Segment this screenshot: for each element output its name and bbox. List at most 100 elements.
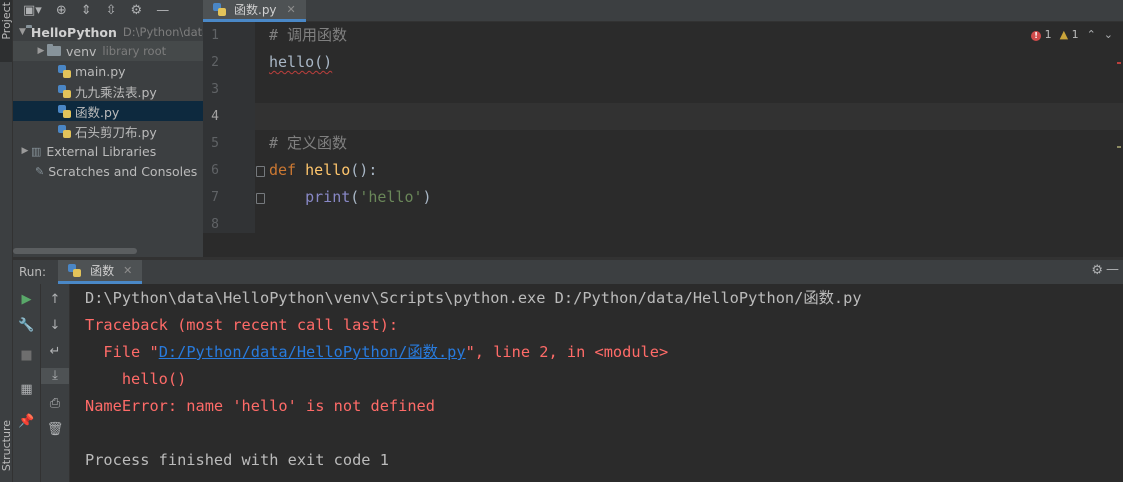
error-count[interactable]: ! 1 xyxy=(1031,28,1052,41)
python-file-icon xyxy=(58,124,71,138)
code-punctuation: (): xyxy=(350,161,378,179)
wrench-icon[interactable]: 🔧 xyxy=(13,318,40,334)
code-line-1: # 调用函数 xyxy=(269,26,348,44)
previous-highlight-icon[interactable]: ⌃ xyxy=(1087,28,1096,41)
tree-item-label: External Libraries xyxy=(46,143,157,159)
tree-item-label: 九九乘法表.py xyxy=(75,84,157,100)
console-traceback-line: Traceback (most recent call last): xyxy=(85,316,399,334)
line-number: 8 xyxy=(211,217,219,232)
arrow-down-icon[interactable]: ↓ xyxy=(41,318,69,334)
python-file-icon xyxy=(68,264,82,277)
line-number: 2 xyxy=(211,55,219,70)
print-icon[interactable]: ⎙ xyxy=(41,396,69,412)
error-stripe-marker[interactable] xyxy=(1117,62,1121,64)
code-line-7: print('hello') xyxy=(269,184,432,211)
console-file-suffix: ", line 2, in <module> xyxy=(465,343,669,361)
warning-icon: ▲ xyxy=(1059,28,1069,41)
pin-icon[interactable]: 📌 xyxy=(13,414,40,430)
tree-item-label: Scratches and Consoles xyxy=(48,163,198,179)
folder-icon xyxy=(47,44,61,56)
editor-tab-functions-py[interactable]: 函数.py ✕ xyxy=(203,0,306,22)
project-view-dropdown-icon[interactable]: ▣▾ xyxy=(23,3,42,18)
tree-item-label: 石头剪刀布.py xyxy=(75,124,157,140)
rerun-icon[interactable]: ▶ xyxy=(13,292,40,308)
close-icon[interactable]: ✕ xyxy=(123,264,132,277)
builtin-print: print xyxy=(305,188,351,206)
tree-root-path: D:\Python\data\HelloPython xyxy=(122,25,203,39)
layout-icon[interactable]: ▦ xyxy=(13,382,40,398)
hide-panel-icon[interactable]: — xyxy=(1106,262,1119,277)
console-command-line: D:\Python\data\HelloPython\venv\Scripts\… xyxy=(85,289,862,307)
run-panel-header: Run: 函数 ✕ ⚙ — xyxy=(13,260,1123,284)
tree-item-scratches[interactable]: ✎ Scratches and Consoles xyxy=(13,161,203,181)
console-file-prefix: File " xyxy=(85,343,159,361)
line-number: 4 xyxy=(211,109,219,124)
locate-file-icon[interactable]: ⊕ xyxy=(56,3,67,18)
scroll-to-end-icon[interactable]: ⤓ xyxy=(41,368,69,384)
code-punctuation: ( xyxy=(350,188,360,206)
warning-stripe-marker[interactable] xyxy=(1117,146,1121,148)
tree-item-label: 函数.py xyxy=(75,104,120,120)
tree-root-hellopython[interactable]: ▼ HelloPython D:\Python\data\HelloPython xyxy=(13,22,203,42)
project-toolbar: ▣▾ ⊕ ⇕ ⇳ ⚙ — xyxy=(13,0,203,20)
run-toolbar-primary: ▶ 🔧 ■ ▦ 📌 xyxy=(13,284,41,482)
chevron-down-icon[interactable]: ▼ xyxy=(19,27,26,37)
chevron-right-icon[interactable]: ▶ xyxy=(19,146,31,156)
console-file-link[interactable]: D:/Python/data/HelloPython/函数.py xyxy=(159,343,466,361)
line-number: 5 xyxy=(211,136,219,151)
tree-item-label: main.py xyxy=(75,63,126,79)
tree-item-rock-paper-scissors-py[interactable]: 石头剪刀布.py xyxy=(13,121,203,141)
unresolved-reference: hello() xyxy=(269,53,333,71)
code-editor[interactable]: 1 2 3 4 5 6 7 8 # 调用函数 hello() # 定义函数 de… xyxy=(203,22,1123,233)
line-number: 7 xyxy=(211,190,219,205)
tree-item-main-py[interactable]: main.py xyxy=(13,61,203,81)
tree-item-multiplication-table-py[interactable]: 九九乘法表.py xyxy=(13,81,203,101)
console-error-line: NameError: name 'hello' is not defined xyxy=(85,397,435,415)
line-number: 6 xyxy=(211,163,219,178)
fold-marker-icon[interactable] xyxy=(256,193,265,204)
project-tool-tab-label: Project xyxy=(0,2,13,40)
gear-icon[interactable]: ⚙ xyxy=(1091,263,1103,278)
run-tab-label: 函数 xyxy=(90,264,115,278)
console-exit-line: Process finished with exit code 1 xyxy=(85,451,389,469)
structure-tool-tab[interactable]: Structure xyxy=(0,420,12,471)
current-line-highlight xyxy=(255,103,1123,130)
tree-item-venv[interactable]: ▶ venv library root xyxy=(13,41,203,61)
python-file-icon xyxy=(58,64,71,78)
hide-panel-icon[interactable]: — xyxy=(156,3,169,18)
tree-item-external-libraries[interactable]: ▶ ▥ External Libraries xyxy=(13,141,203,161)
python-file-icon xyxy=(58,84,71,98)
fold-marker-icon[interactable] xyxy=(256,166,265,177)
collapse-all-icon[interactable]: ⇳ xyxy=(106,3,117,18)
arrow-up-icon[interactable]: ↑ xyxy=(41,292,69,308)
inspection-widget[interactable]: ! 1 ▲ 1 ⌃ ⌄ xyxy=(1031,28,1113,41)
run-tab-functions[interactable]: 函数 ✕ xyxy=(58,260,143,284)
trash-icon[interactable]: 🗑 xyxy=(41,422,69,438)
soft-wrap-icon[interactable]: ↵ xyxy=(41,344,69,360)
warning-count[interactable]: ▲ 1 xyxy=(1060,28,1079,41)
python-file-icon xyxy=(58,104,71,118)
error-icon: ! xyxy=(1031,31,1042,41)
tree-item-functions-py[interactable]: 函数.py xyxy=(13,101,203,121)
editor-tab-bar: 函数.py ✕ xyxy=(203,0,1123,22)
chevron-right-icon[interactable]: ▶ xyxy=(35,46,47,56)
libraries-icon: ▥ xyxy=(31,144,42,158)
next-highlight-icon[interactable]: ⌄ xyxy=(1104,28,1113,41)
project-tool-tab[interactable]: Project xyxy=(0,0,13,62)
stop-icon[interactable]: ■ xyxy=(13,348,40,364)
expand-all-icon[interactable]: ⇕ xyxy=(81,3,92,18)
project-horizontal-scrollbar[interactable] xyxy=(13,248,137,254)
error-count-value: 1 xyxy=(1044,28,1052,41)
warning-count-value: 1 xyxy=(1071,28,1079,41)
code-punctuation: ) xyxy=(422,188,432,206)
run-console-output[interactable]: D:\Python\data\HelloPython\venv\Scripts\… xyxy=(70,284,1123,482)
console-code-line: hello() xyxy=(85,370,187,388)
string-literal: 'hello' xyxy=(359,188,423,206)
close-icon[interactable]: ✕ xyxy=(287,3,296,16)
left-tool-strip: Project Structure xyxy=(0,0,13,482)
tree-item-label: venv xyxy=(66,43,97,59)
project-panel: ▣▾ ⊕ ⇕ ⇳ ⚙ — ▼ HelloPython D:\Python\dat… xyxy=(13,0,203,257)
gear-icon[interactable]: ⚙ xyxy=(131,3,143,18)
console-file-line: File "D:/Python/data/HelloPython/函数.py",… xyxy=(85,339,668,366)
